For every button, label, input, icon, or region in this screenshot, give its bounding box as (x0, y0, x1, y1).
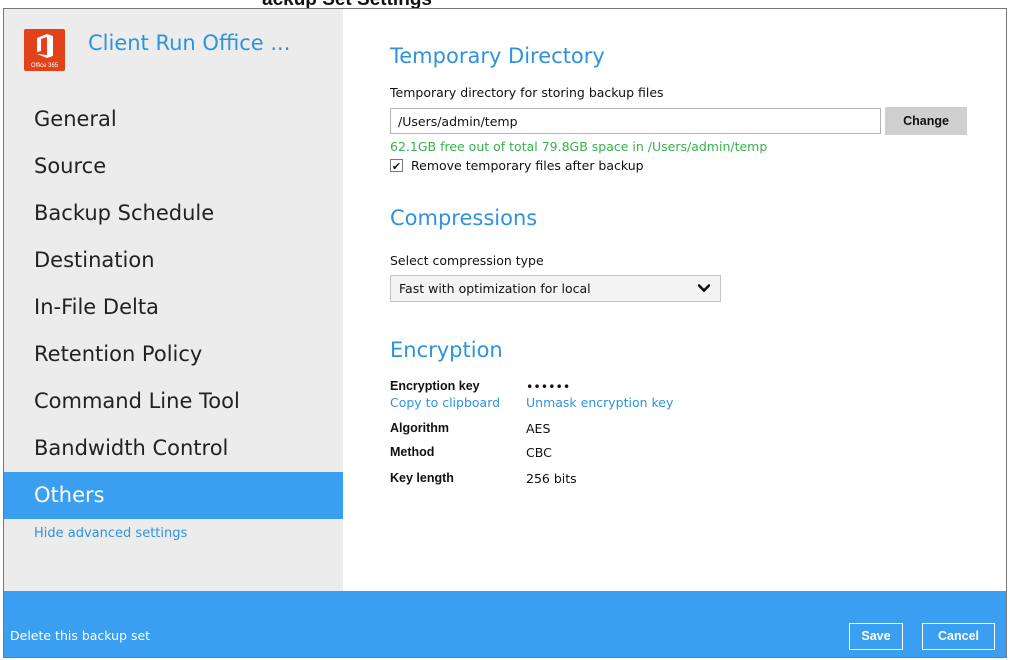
encryption-title: Encryption (390, 338, 503, 362)
compression-type-label: Select compression type (390, 253, 544, 268)
checkmark-icon: ✔ (391, 160, 402, 173)
sidebar-nav: General Source Backup Schedule Destinati… (4, 96, 343, 519)
logo-text: Office 365 (30, 63, 59, 69)
key-length-label: Key length (390, 471, 454, 485)
cancel-button[interactable]: Cancel (922, 623, 995, 650)
main-panel: Temporary Directory Temporary directory … (390, 9, 1000, 589)
copy-to-clipboard-link[interactable]: Copy to clipboard (390, 395, 500, 410)
delete-backup-set-link[interactable]: Delete this backup set (10, 628, 150, 643)
unmask-encryption-key-link[interactable]: Unmask encryption key (526, 395, 673, 410)
save-button[interactable]: Save (849, 623, 903, 650)
office-365-logo: Office 365 (24, 29, 65, 71)
sidebar-item-retention-policy[interactable]: Retention Policy (4, 331, 343, 378)
method-value: CBC (526, 445, 552, 460)
sidebar-item-general[interactable]: General (4, 96, 343, 143)
sidebar-item-destination[interactable]: Destination (4, 237, 343, 284)
remove-temp-files-checkbox[interactable]: ✔ (390, 159, 403, 173)
chevron-down-icon (698, 284, 710, 293)
sidebar: Office 365 Client Run Office ... General… (4, 9, 343, 591)
encryption-key-value: •••••• (526, 379, 571, 394)
algorithm-value: AES (526, 421, 551, 436)
sidebar-item-in-file-delta[interactable]: In-File Delta (4, 284, 343, 331)
remove-temp-files-label: Remove temporary files after backup (411, 158, 644, 173)
algorithm-label: Algorithm (390, 421, 450, 435)
method-label: Method (390, 445, 435, 459)
temp-directory-label: Temporary directory for storing backup f… (390, 85, 664, 100)
hide-advanced-settings-link[interactable]: Hide advanced settings (34, 526, 187, 541)
app-title: Client Run Office ... (88, 31, 291, 55)
compressions-title: Compressions (390, 206, 538, 230)
compression-type-select[interactable]: Fast with optimization for local (390, 275, 721, 302)
settings-window: Office 365 Client Run Office ... General… (3, 8, 1007, 658)
encryption-key-label: Encryption key (390, 379, 480, 393)
sidebar-item-source[interactable]: Source (4, 143, 343, 190)
sidebar-item-command-line-tool[interactable]: Command Line Tool (4, 378, 343, 425)
sidebar-item-bandwidth-control[interactable]: Bandwidth Control (4, 425, 343, 472)
sidebar-item-backup-schedule[interactable]: Backup Schedule (4, 190, 343, 237)
free-space-status: 62.1GB free out of total 79.8GB space in… (390, 139, 768, 154)
office-logo-icon (37, 34, 53, 58)
change-button[interactable]: Change (885, 107, 967, 135)
app-header: Office 365 Client Run Office ... (24, 29, 334, 71)
key-length-value: 256 bits (526, 471, 577, 486)
temp-directory-input[interactable] (390, 108, 881, 134)
sidebar-item-others[interactable]: Others (4, 472, 343, 519)
compression-selected-value: Fast with optimization for local (399, 281, 591, 296)
footer-bar: Delete this backup set Save Cancel (4, 591, 1006, 657)
temp-directory-title: Temporary Directory (390, 44, 605, 68)
